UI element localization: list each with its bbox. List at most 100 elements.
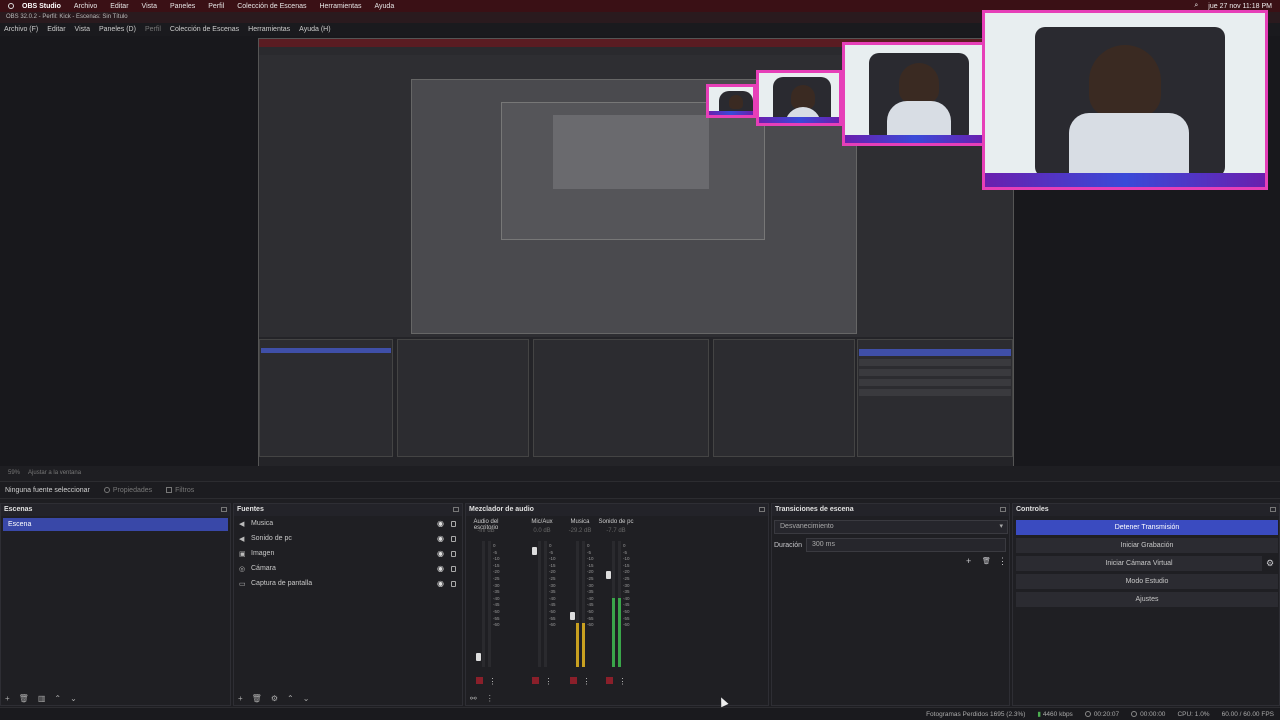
level-meter	[582, 541, 585, 667]
channel-name: Audio del escritorio	[473, 519, 499, 531]
volume-fader[interactable]	[570, 611, 575, 620]
menu-ayuda[interactable]: Ayuda (H)	[299, 26, 330, 33]
kebab-menu-icon[interactable]: ⋮	[545, 677, 553, 686]
gear-icon[interactable]: ⚙	[1266, 558, 1274, 569]
system-menu-ayuda[interactable]: Ayuda	[375, 3, 395, 10]
mute-icon[interactable]	[569, 677, 577, 684]
volume-fader[interactable]	[532, 546, 537, 555]
add-icon[interactable]: +	[238, 694, 243, 703]
start-recording-button[interactable]: Iniciar Grabación	[1016, 538, 1278, 553]
studio-mode-button[interactable]: Modo Estudio	[1016, 574, 1278, 589]
system-menu-herramientas[interactable]: Herramientas	[319, 3, 361, 10]
lock-icon[interactable]	[451, 535, 456, 542]
meter-scale: 0 -5 -10 -15 -20 -25 -30 -35 -40 -45 -50 -55 -60	[493, 543, 500, 628]
start-virtual-camera-button[interactable]: Iniciar Cámara Virtual	[1016, 556, 1262, 571]
source-item[interactable]: ◎ Cámara ◉	[234, 561, 462, 576]
chevron-down-icon[interactable]: ⌄	[303, 694, 310, 703]
system-menu-editar[interactable]: Editar	[110, 3, 128, 10]
lock-icon[interactable]	[451, 580, 456, 587]
properties-button[interactable]: Propiedades	[103, 487, 152, 494]
dock-float-icon[interactable]	[1000, 507, 1006, 512]
signal-icon: ▮	[1037, 711, 1041, 718]
kebab-menu-icon[interactable]: ⋮	[489, 677, 497, 686]
dropped-frames: Fotogramas Perdidos 1695 (2.3%)	[926, 710, 1026, 718]
mixer-channel: Audio del escritorio -inf dB 0 -5 -10 -15 -20-…	[468, 519, 504, 686]
system-menu-perfil[interactable]: Perfil	[208, 3, 224, 10]
mute-icon[interactable]	[605, 677, 613, 684]
menu-paneles[interactable]: Paneles (D)	[99, 26, 136, 33]
add-icon[interactable]: +	[5, 694, 10, 703]
level-meter	[612, 541, 615, 667]
stop-stream-button[interactable]: Detener Transmisión	[1016, 520, 1278, 535]
dock-float-icon[interactable]	[1270, 507, 1276, 512]
eye-icon[interactable]: ◉	[437, 549, 444, 558]
trash-icon[interactable]: 🗑	[252, 694, 262, 703]
trash-icon[interactable]: 🗑	[19, 694, 29, 703]
audio-mixer-dock: Mezclador de audio ⚯ ⋮ Audio del escrito…	[465, 503, 769, 706]
eye-icon[interactable]: ◉	[437, 519, 444, 528]
source-item[interactable]: ◀ Sonido de pc ◉	[234, 531, 462, 546]
filters-button[interactable]: Filtros	[166, 487, 194, 494]
channel-name: Mic/Aux	[531, 519, 553, 525]
chevron-down-icon[interactable]: ⌄	[70, 694, 77, 703]
mute-icon[interactable]	[475, 677, 483, 684]
duration-field[interactable]: 300 ms	[806, 538, 1006, 552]
eye-icon[interactable]: ◉	[437, 534, 444, 543]
search-icon[interactable]: ⌕	[1194, 2, 1198, 10]
zoom-level[interactable]: 59%	[8, 466, 20, 480]
gear-icon	[103, 487, 110, 493]
channel-db: -7.7 dB	[606, 528, 626, 534]
system-menu-vista[interactable]: Vista	[142, 3, 157, 10]
kebab-menu-icon[interactable]: ⋮	[619, 677, 627, 686]
transition-select[interactable]: Desvanecimiento ▾	[774, 520, 1008, 534]
kebab-menu-icon[interactable]: ⋮	[998, 556, 1007, 567]
menu-archivo[interactable]: Archivo (F)	[4, 26, 38, 33]
dock-float-icon[interactable]	[221, 507, 227, 512]
link-icon[interactable]: ⚯	[470, 694, 477, 703]
system-menu-paneles[interactable]: Paneles	[170, 3, 195, 10]
volume-fader[interactable]	[606, 570, 611, 579]
sources-title: Fuentes	[237, 506, 264, 513]
filter-icon	[166, 487, 173, 493]
chevron-up-icon[interactable]: ⌃	[287, 694, 294, 703]
system-menu-archivo[interactable]: Archivo	[74, 3, 97, 10]
bitrate: ▮ 4460 kbps	[1037, 711, 1073, 718]
level-meter	[538, 541, 541, 667]
add-icon[interactable]: +	[966, 556, 971, 566]
mute-icon[interactable]	[531, 677, 539, 684]
os-logo-icon[interactable]	[8, 3, 14, 9]
trash-icon[interactable]: 🗑	[982, 557, 991, 565]
zoom-fit[interactable]: Ajustar a la ventana	[28, 466, 81, 480]
scenes-title: Escenas	[4, 506, 33, 513]
lock-icon[interactable]	[451, 565, 456, 572]
system-app-name[interactable]: OBS Studio	[22, 3, 61, 10]
volume-fader[interactable]	[476, 653, 481, 662]
eye-icon[interactable]: ◉	[437, 564, 444, 573]
menu-herramientas[interactable]: Herramientas	[248, 26, 290, 33]
filter-icon[interactable]: ▥	[38, 694, 46, 703]
dock-float-icon[interactable]	[453, 507, 459, 512]
lock-icon[interactable]	[451, 520, 456, 527]
lock-icon[interactable]	[451, 550, 456, 557]
source-item[interactable]: ◀ Musica ◉	[234, 516, 462, 531]
menu-vista[interactable]: Vista	[75, 26, 90, 33]
gear-icon[interactable]: ⚙	[271, 694, 278, 703]
kebab-menu-icon[interactable]: ⋮	[486, 694, 494, 703]
image-icon: ▣	[239, 550, 246, 558]
scene-item[interactable]: Escena	[3, 518, 228, 531]
source-item[interactable]: ▣ Imagen ◉	[234, 546, 462, 561]
source-item[interactable]: ▭ Captura de pantalla ◉	[234, 576, 462, 591]
cpu-usage: CPU: 1.0%	[1177, 710, 1210, 718]
menu-coleccion[interactable]: Colección de Escenas	[170, 26, 239, 33]
mixer-channel: Mic/Aux 0.0 dB 0 -5 -10 -15 -20 -25 -30 -35 -40 -45…	[524, 519, 560, 686]
dock-float-icon[interactable]	[759, 507, 765, 512]
system-menu-colecciones[interactable]: Colección de Escenas	[237, 3, 306, 10]
settings-button[interactable]: Ajustes	[1016, 592, 1278, 607]
clock[interactable]: jue 27 nov 11:18 PM	[1208, 3, 1272, 10]
eye-icon[interactable]: ◉	[437, 579, 444, 588]
chevron-up-icon[interactable]: ⌃	[54, 694, 61, 703]
menu-perfil[interactable]: Perfil	[145, 26, 161, 33]
no-source-selected-label: Ninguna fuente seleccionar	[5, 486, 90, 494]
menu-editar[interactable]: Editar	[47, 26, 65, 33]
kebab-menu-icon[interactable]: ⋮	[583, 677, 591, 686]
